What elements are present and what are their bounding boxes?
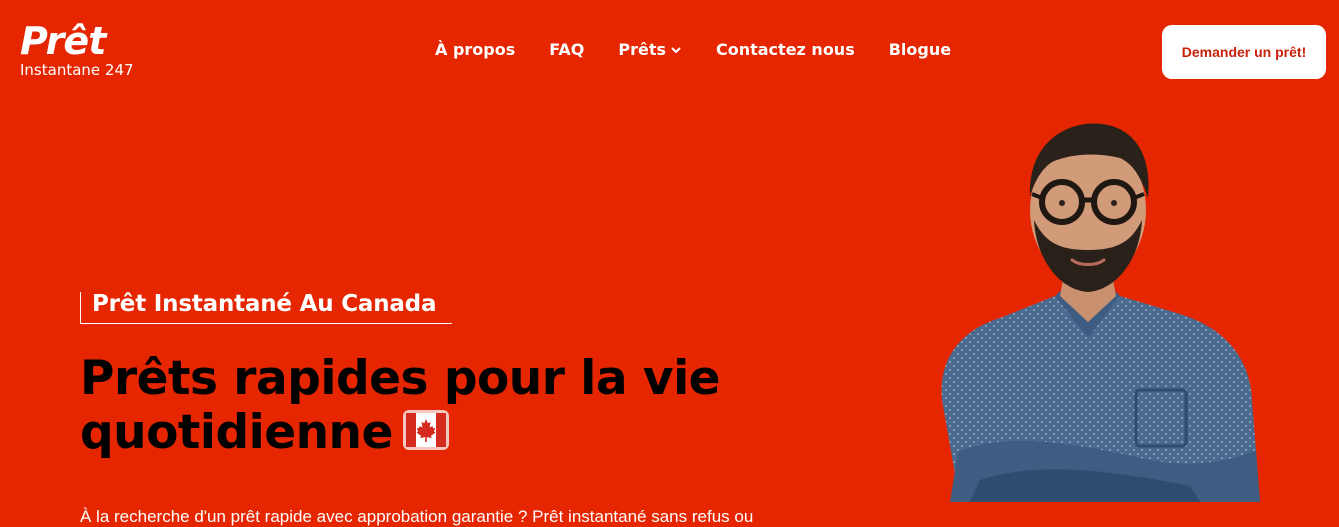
site-logo[interactable]: Prêt Instantane 247 <box>20 20 134 79</box>
hero-paragraph: À la recherche d'un prêt rapide avec app… <box>80 507 754 526</box>
logo-main-text: Prêt <box>20 19 106 63</box>
hero-headline: Prêts rapides pour la vie quotidienne <box>80 351 721 460</box>
hero-headline-line-1: Prêts rapides pour la vie <box>80 351 721 406</box>
nav-item-label: FAQ <box>549 40 585 59</box>
nav-item-label: À propos <box>435 40 516 59</box>
nav-item-label: Blogue <box>888 40 952 59</box>
nav-item-label: Prêts <box>618 40 666 59</box>
canada-flag-icon <box>402 409 449 450</box>
hero-person-image <box>941 123 1260 502</box>
nav-item-contactez-nous[interactable]: Contactez nous <box>716 40 855 59</box>
nav-item-prets[interactable]: Prêts <box>618 40 682 59</box>
nav-item-a-propos[interactable]: À propos <box>435 40 515 59</box>
hero-headline-line-2: quotidienne <box>80 406 720 460</box>
apply-loan-button[interactable]: Demander un prêt! <box>1162 25 1326 79</box>
hero-eyebrow: Prêt Instantané Au Canada <box>80 291 452 324</box>
hero-eyebrow-text: Prêt Instantané Au Canada <box>92 291 437 317</box>
logo-sub-text: Instantane 247 <box>20 61 134 79</box>
nav-item-label: Contactez nous <box>715 40 855 59</box>
chevron-down-icon <box>671 47 681 53</box>
hero-headline-line-2-text: quotidienne <box>80 405 393 460</box>
nav-item-faq[interactable]: FAQ <box>549 40 584 59</box>
nav-item-blogue[interactable]: Blogue <box>889 40 951 59</box>
main-nav: À propos FAQ Prêts Contactez nous Blogue <box>435 40 951 59</box>
